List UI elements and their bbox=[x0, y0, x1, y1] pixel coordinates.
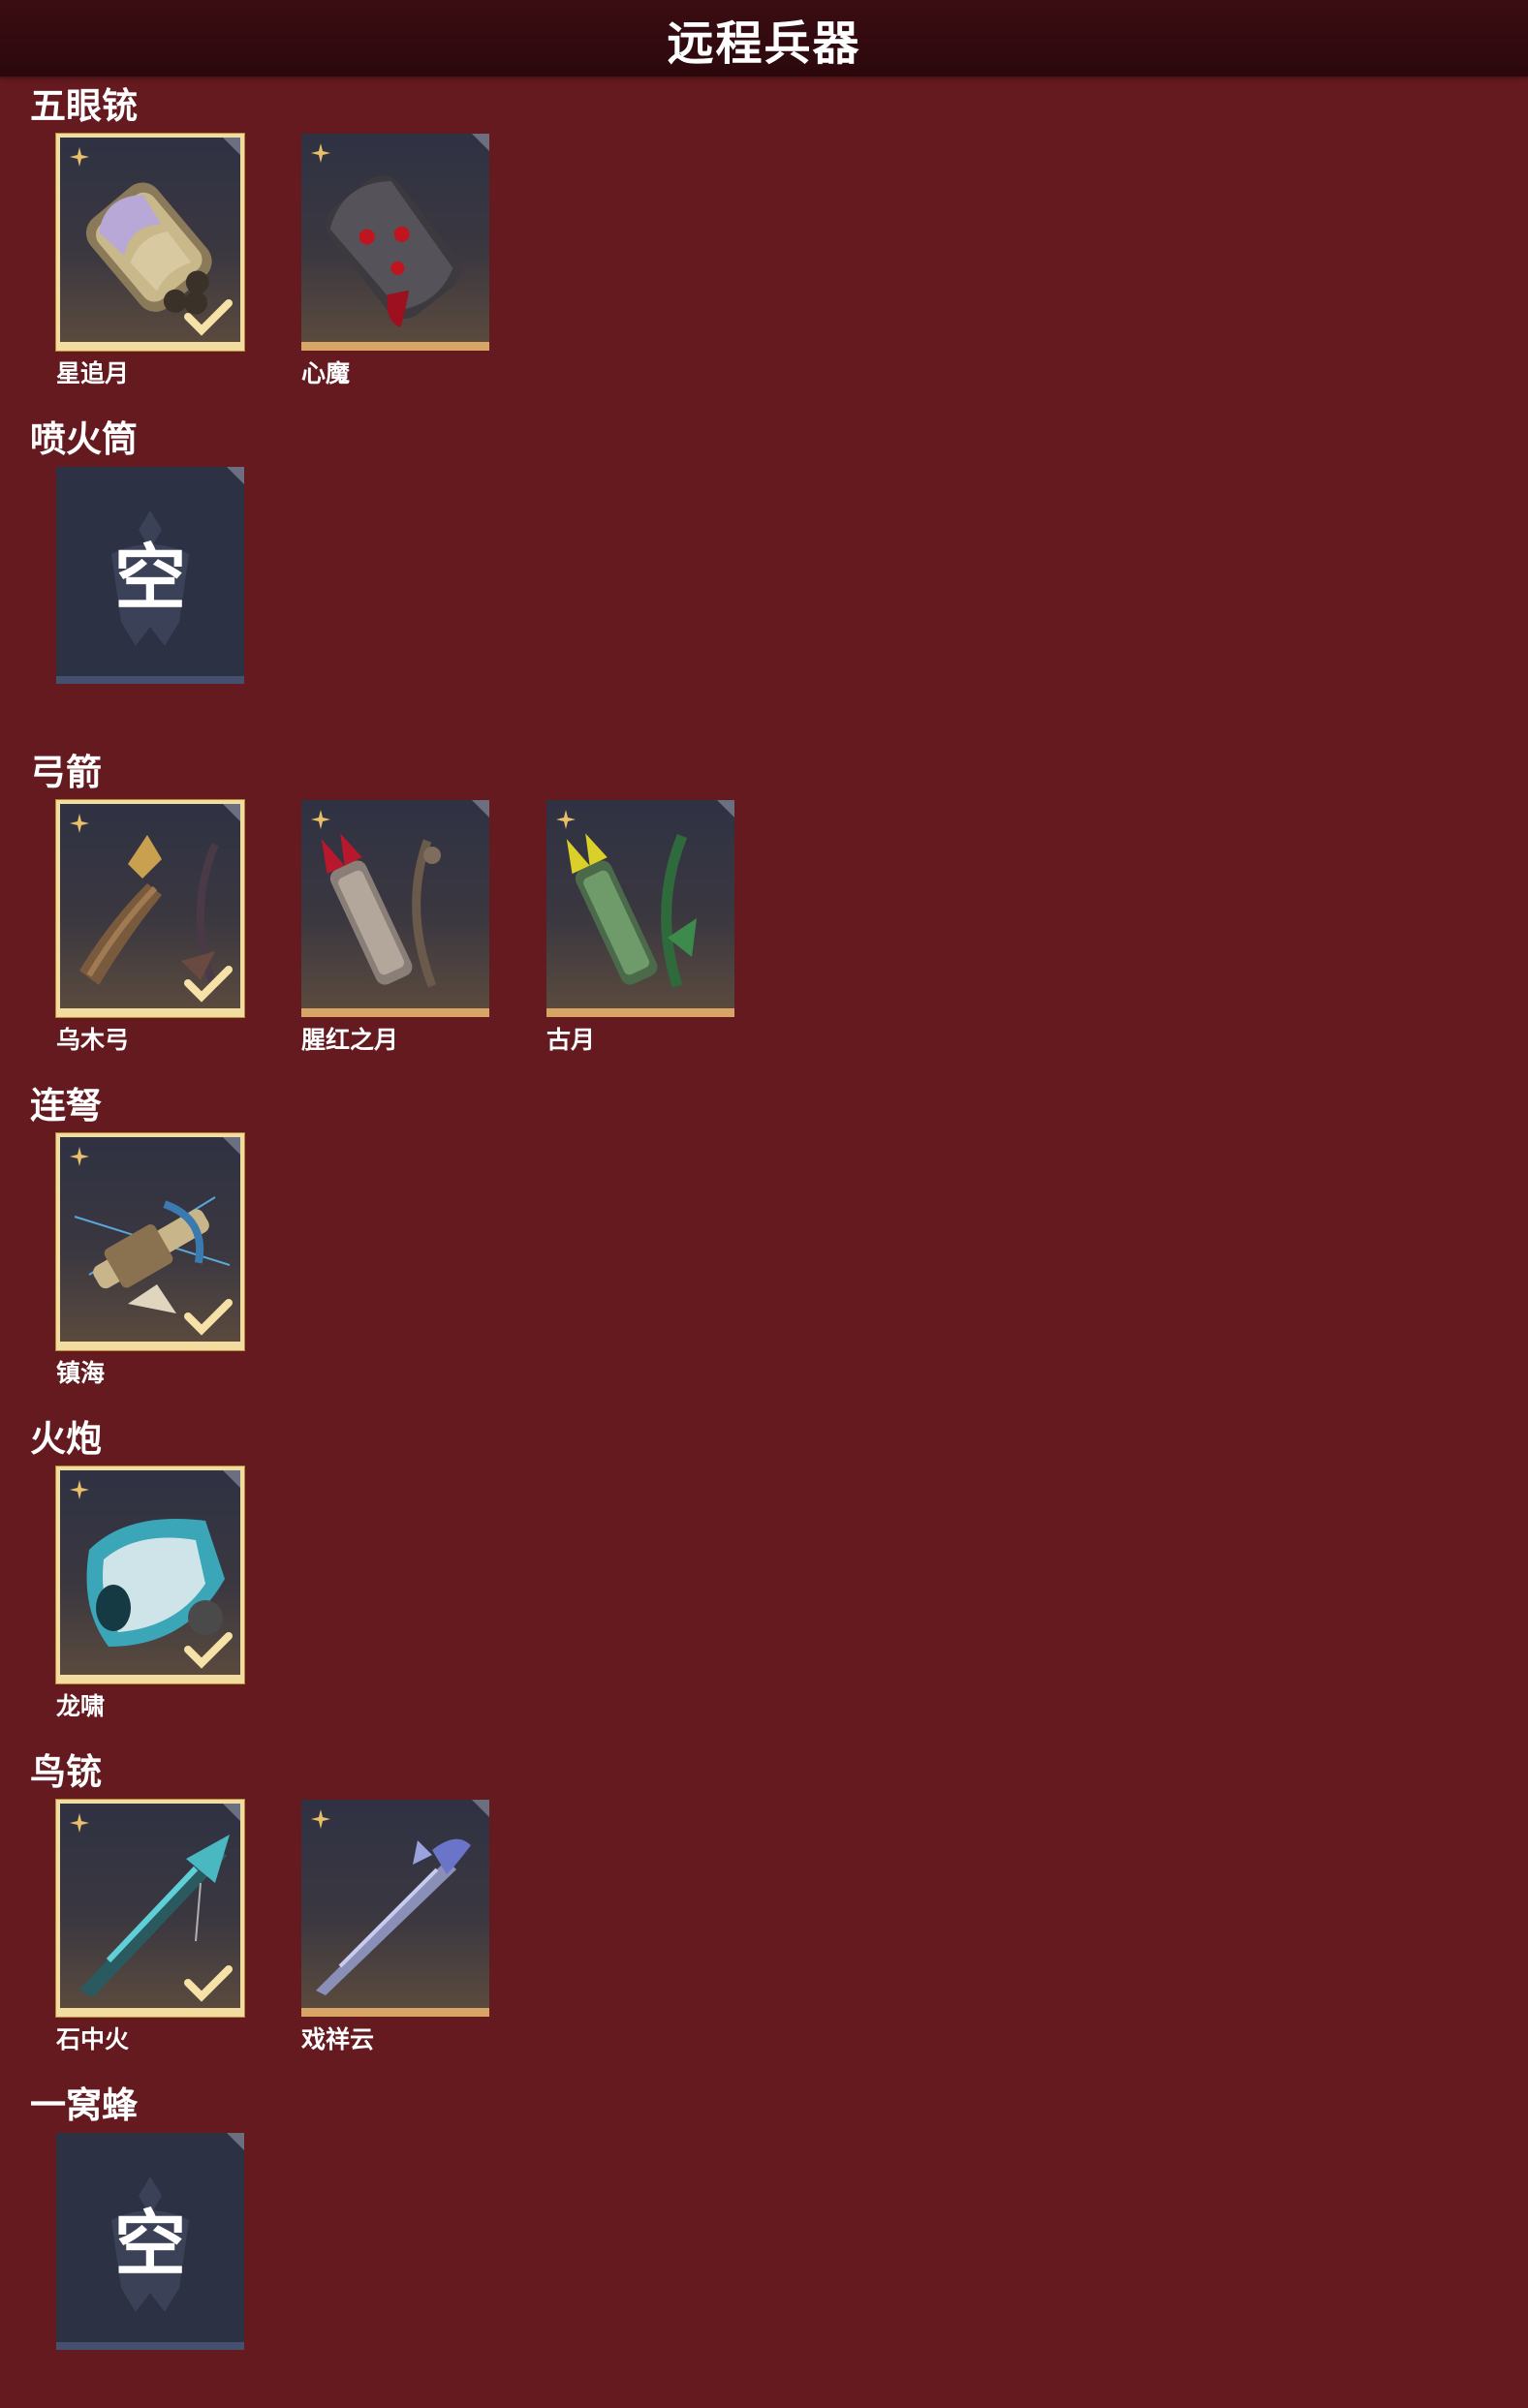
empty-slot-text: 空 bbox=[114, 2203, 186, 2284]
section-title: 火炮 bbox=[30, 1419, 102, 1459]
corner-tab bbox=[223, 804, 240, 821]
weapon-name: 古月 bbox=[546, 1027, 596, 1054]
corner-tab bbox=[472, 134, 489, 151]
dark-gun-image bbox=[326, 175, 461, 327]
star-rank-icon bbox=[311, 143, 330, 163]
weapon-slot-gu-yue[interactable]: 古月 bbox=[546, 800, 734, 1069]
weapon-name: 龙啸 bbox=[56, 1693, 106, 1720]
star-rank-icon bbox=[311, 810, 330, 829]
weapon-slot-shi-zhong-huo[interactable]: 石中火 bbox=[56, 1800, 244, 2069]
section-title: 一窝蜂 bbox=[30, 2085, 138, 2125]
weapon-slot-long-xiao[interactable]: 龙啸 bbox=[56, 1466, 244, 1736]
empty-card: 空 bbox=[56, 2133, 244, 2350]
weapon-slot-xing-hong-zhi-yue[interactable]: 腥红之月 bbox=[301, 800, 489, 1069]
weapon-name: 戏祥云 bbox=[301, 2026, 375, 2053]
weapon-name: 乌木弓 bbox=[56, 1027, 130, 1054]
corner-tab bbox=[223, 1470, 240, 1488]
equipped-check-icon bbox=[184, 1299, 233, 1336]
green-quiver-bow-image bbox=[566, 833, 697, 988]
empty-weapon-slot[interactable]: 空 bbox=[56, 467, 244, 736]
weapon-card bbox=[56, 800, 244, 1017]
corner-tab bbox=[223, 1137, 240, 1155]
weapon-card bbox=[56, 1133, 244, 1350]
star-rank-icon bbox=[556, 810, 576, 829]
star-rank-icon bbox=[70, 1813, 89, 1833]
weapon-card bbox=[56, 1466, 244, 1683]
star-rank-icon bbox=[311, 1809, 330, 1829]
corner-tab bbox=[472, 800, 489, 818]
empty-card: 空 bbox=[56, 467, 244, 684]
weapon-slot-xing-zhui-yue[interactable]: 星追月 bbox=[56, 134, 244, 403]
equipped-check-icon bbox=[184, 1632, 233, 1669]
page-header: 远程兵器 bbox=[0, 0, 1528, 77]
equipped-check-icon bbox=[184, 966, 233, 1003]
section-title: 连弩 bbox=[30, 1086, 102, 1126]
weapon-name: 镇海 bbox=[56, 1360, 106, 1387]
corner-tab bbox=[472, 1800, 489, 1817]
corner-tab bbox=[717, 800, 734, 818]
red-quiver-bow-image bbox=[321, 833, 441, 988]
weapon-card bbox=[301, 134, 489, 351]
equipped-check-icon bbox=[184, 1965, 233, 2002]
weapon-slot-xi-xiang-yun[interactable]: 戏祥云 bbox=[301, 1800, 489, 2069]
weapon-card bbox=[546, 800, 734, 1017]
empty-weapon-slot[interactable]: 空 bbox=[56, 2133, 244, 2402]
weapon-name: 石中火 bbox=[56, 2026, 130, 2053]
weapon-card bbox=[301, 1800, 489, 2017]
page-title: 远程兵器 bbox=[667, 17, 861, 70]
section-title: 鸟铳 bbox=[30, 1752, 102, 1792]
weapon-name: 腥红之月 bbox=[301, 1027, 399, 1054]
equipped-check-icon bbox=[184, 299, 233, 336]
star-rank-icon bbox=[70, 147, 89, 167]
corner-tab bbox=[223, 138, 240, 155]
weapon-card bbox=[301, 800, 489, 1017]
weapon-slot-zhen-hai[interactable]: 镇海 bbox=[56, 1133, 244, 1403]
silver-musket-image bbox=[316, 1838, 471, 1995]
star-rank-icon bbox=[70, 1147, 89, 1166]
weapon-name: 心魔 bbox=[301, 360, 351, 387]
star-rank-icon bbox=[70, 814, 89, 833]
section-title: 五眼铳 bbox=[30, 86, 138, 126]
corner-tab bbox=[223, 1804, 240, 1821]
weapon-slot-xin-mo[interactable]: 心魔 bbox=[301, 134, 489, 403]
empty-slot-text: 空 bbox=[114, 537, 186, 618]
weapon-card bbox=[56, 134, 244, 351]
weapon-name: 星追月 bbox=[56, 360, 130, 387]
weapon-card bbox=[56, 1800, 244, 2017]
star-rank-icon bbox=[70, 1480, 89, 1499]
section-title: 弓箭 bbox=[30, 753, 102, 792]
weapon-slot-wu-mu-gong[interactable]: 乌木弓 bbox=[56, 800, 244, 1069]
section-title: 喷火筒 bbox=[30, 419, 138, 459]
